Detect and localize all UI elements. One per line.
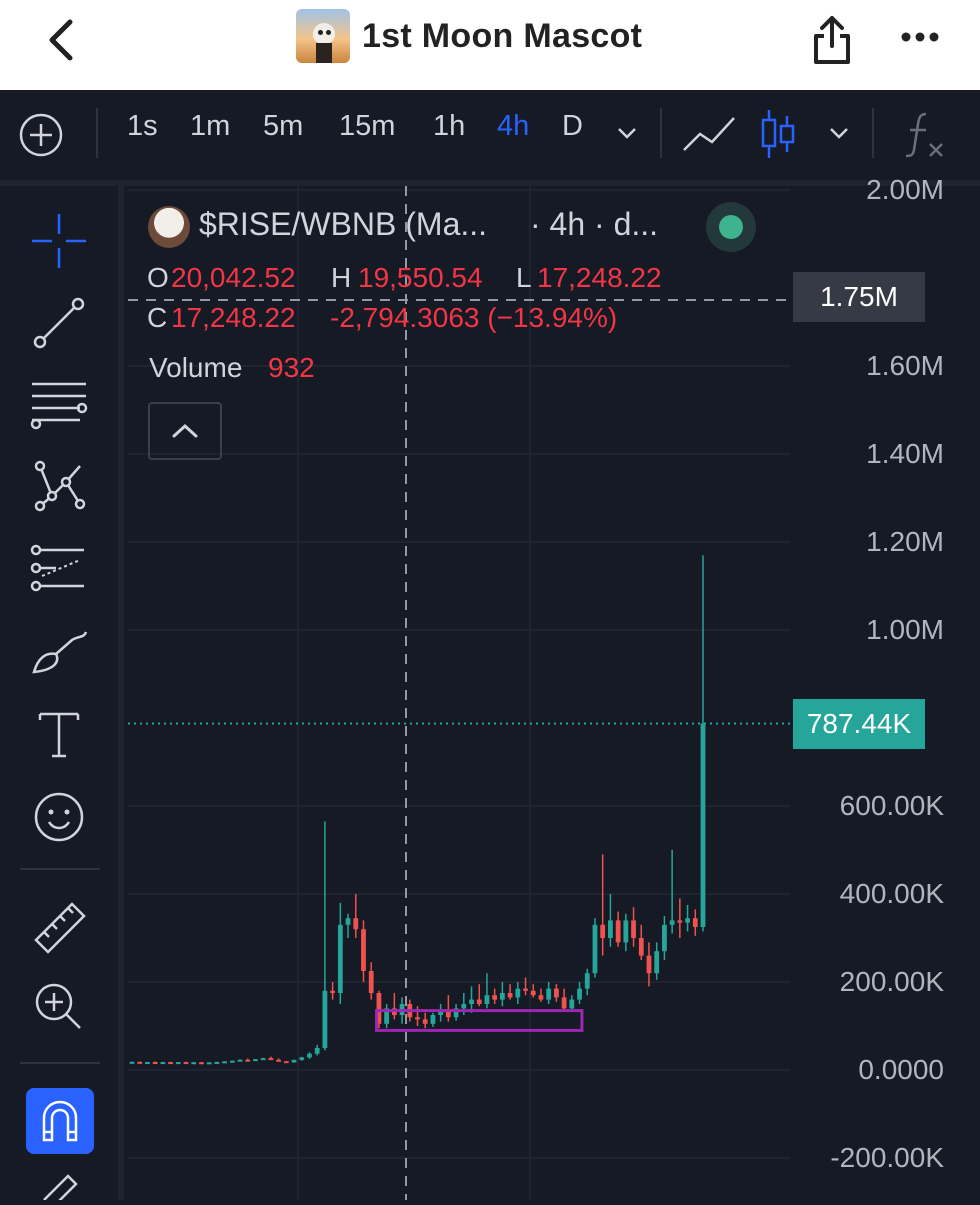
candle-body bbox=[322, 990, 328, 1048]
candle-body bbox=[553, 988, 559, 998]
legend-symbol[interactable]: $RISE/WBNB (Ma... bbox=[199, 206, 487, 243]
candle-body bbox=[229, 1060, 235, 1063]
candle-body bbox=[538, 995, 544, 1000]
candle-body bbox=[476, 999, 482, 1004]
volume-value: 932 bbox=[268, 352, 315, 383]
legend-high-label: H bbox=[331, 262, 352, 293]
candle-body bbox=[260, 1058, 266, 1061]
candle-body bbox=[700, 723, 706, 927]
candle-body bbox=[615, 920, 621, 943]
legend-change: -2,794.3063 (−13.94%) bbox=[330, 302, 618, 333]
candle-body bbox=[222, 1061, 227, 1064]
y-axis-tick-label: -200.00K bbox=[830, 1142, 944, 1173]
candle-body bbox=[253, 1059, 258, 1062]
candle-body bbox=[546, 988, 552, 1000]
legend-low-value: 17,248.22 bbox=[537, 262, 662, 293]
y-axis-tick-label: 200.00K bbox=[839, 966, 944, 997]
candle-body bbox=[561, 997, 567, 1009]
candle-body bbox=[577, 988, 582, 1000]
candle-body bbox=[237, 1059, 243, 1062]
y-axis-tick-label: 1.60M bbox=[866, 350, 944, 381]
candle-body bbox=[268, 1058, 274, 1061]
candle-body bbox=[600, 924, 606, 938]
candle-body bbox=[623, 920, 629, 943]
y-axis-tick-label: 600.00K bbox=[839, 790, 944, 821]
candle-body bbox=[152, 1061, 158, 1064]
candle-body bbox=[638, 938, 644, 956]
candle-body bbox=[515, 988, 521, 998]
candle-body bbox=[137, 1061, 143, 1064]
candle-body bbox=[507, 993, 513, 998]
highlight-rectangle bbox=[375, 1009, 584, 1032]
candle-body bbox=[430, 1015, 436, 1024]
candle-body bbox=[592, 924, 598, 974]
candle-body bbox=[353, 918, 359, 930]
candle-body bbox=[677, 920, 683, 923]
legend-token-avatar bbox=[148, 206, 190, 248]
candle-body bbox=[692, 918, 698, 927]
candle-body bbox=[499, 993, 505, 1000]
last-price-tag: 787.44K bbox=[793, 698, 925, 749]
candle-body bbox=[584, 973, 590, 989]
candle-body bbox=[183, 1062, 189, 1065]
candle-body bbox=[206, 1062, 212, 1065]
candle-body bbox=[175, 1062, 181, 1065]
candle-body bbox=[685, 918, 690, 923]
legend-high-value: 19,550.54 bbox=[358, 262, 483, 293]
candle-body bbox=[415, 1017, 420, 1020]
legend-close-label: C bbox=[147, 302, 168, 333]
collapse-legend-button[interactable] bbox=[148, 402, 222, 460]
y-axis-tick-label: 0.0000 bbox=[858, 1054, 944, 1085]
candle-body bbox=[422, 1019, 428, 1024]
candle-body bbox=[314, 1048, 320, 1054]
candle-body bbox=[299, 1057, 305, 1060]
candle-body bbox=[368, 971, 374, 993]
legend-open-label: O bbox=[147, 262, 169, 293]
candle-body bbox=[307, 1053, 312, 1058]
legend-close-value: 17,248.22 bbox=[171, 302, 296, 333]
candlestick-chart[interactable] bbox=[0, 0, 980, 1200]
y-axis-tick-label: 400.00K bbox=[839, 878, 944, 909]
candle-body bbox=[191, 1062, 197, 1065]
volume-label: Volume bbox=[149, 352, 243, 383]
legend-interval: · 4h · d... bbox=[530, 206, 659, 242]
candle-body bbox=[530, 990, 536, 996]
candle-body bbox=[631, 920, 636, 938]
candle-body bbox=[337, 924, 343, 993]
y-axis-tick-label: 1.00M bbox=[866, 614, 944, 645]
legend-open-value: 20,042.52 bbox=[171, 262, 296, 293]
candle-body bbox=[168, 1062, 173, 1065]
candle-body bbox=[129, 1061, 135, 1064]
candle-body bbox=[214, 1061, 220, 1064]
candle-body bbox=[484, 995, 490, 1004]
candle-body bbox=[145, 1061, 150, 1064]
y-axis-tick-label: 1.40M bbox=[866, 438, 944, 469]
candle-body bbox=[569, 999, 575, 1009]
candle-body bbox=[654, 951, 660, 974]
candle-body bbox=[199, 1062, 204, 1065]
candle-body bbox=[608, 920, 613, 938]
candle-body bbox=[361, 929, 366, 971]
y-axis-tick-label: 1.20M bbox=[866, 526, 944, 557]
y-axis-tick-label: 2.00M bbox=[866, 174, 944, 205]
crosshair-price-tag: 1.75M bbox=[793, 272, 925, 322]
candle-body bbox=[646, 955, 652, 974]
candle-body bbox=[291, 1059, 297, 1063]
candle-body bbox=[523, 988, 528, 991]
legend-low-label: L bbox=[516, 262, 532, 293]
candle-body bbox=[283, 1061, 289, 1064]
candle-body bbox=[662, 924, 667, 952]
live-status-dot-icon[interactable] bbox=[706, 202, 756, 252]
candle-body bbox=[345, 918, 351, 925]
candle-body bbox=[276, 1059, 282, 1062]
candle-body bbox=[469, 999, 474, 1004]
candle-body bbox=[160, 1062, 166, 1065]
candle-body bbox=[330, 990, 336, 993]
candle-body bbox=[669, 920, 675, 925]
candle-body bbox=[461, 1004, 467, 1009]
candle-body bbox=[492, 995, 498, 1000]
candle-body bbox=[245, 1059, 251, 1062]
